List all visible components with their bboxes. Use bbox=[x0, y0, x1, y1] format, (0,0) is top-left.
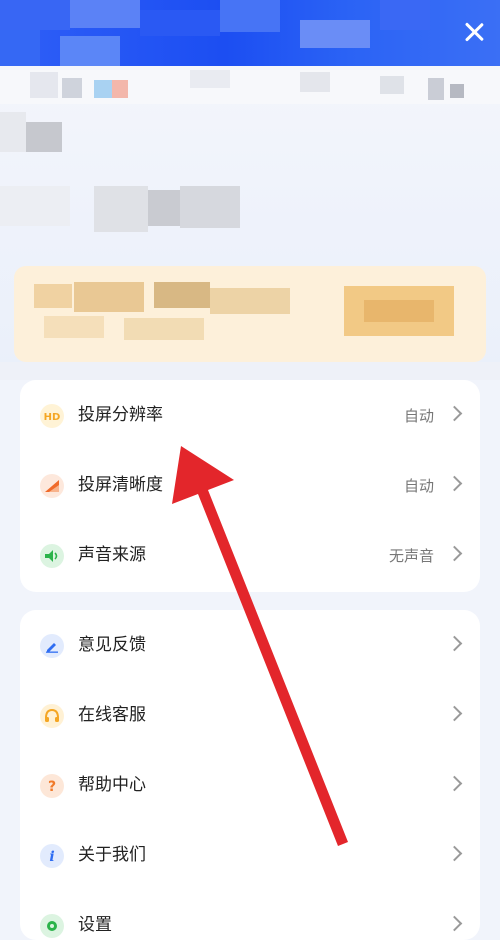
menu-row-settings[interactable]: 设置 bbox=[20, 890, 480, 940]
svg-text:HD: HD bbox=[44, 412, 61, 423]
chevron-right-icon bbox=[446, 915, 463, 932]
question-icon: ? bbox=[40, 774, 64, 798]
chevron-right-icon bbox=[446, 545, 463, 562]
info-icon: i bbox=[40, 844, 64, 868]
menu-label: 意见反馈 bbox=[78, 635, 146, 655]
chevron-right-icon bbox=[446, 775, 463, 792]
chevron-right-icon bbox=[446, 475, 463, 492]
close-button[interactable] bbox=[460, 18, 488, 46]
vip-banner-blurred bbox=[14, 266, 486, 362]
menu-label: 在线客服 bbox=[78, 705, 146, 725]
setting-row-audio-source[interactable]: 声音来源 无声音 bbox=[20, 520, 480, 590]
setting-value: 自动 bbox=[403, 407, 434, 425]
svg-text:i: i bbox=[49, 849, 54, 864]
menu-label: 帮助中心 bbox=[78, 775, 146, 795]
pencil-icon bbox=[40, 634, 64, 658]
setting-row-resolution[interactable]: HD 投屏分辨率 自动 bbox=[20, 380, 480, 450]
setting-value: 自动 bbox=[403, 477, 434, 495]
setting-label: 投屏清晰度 bbox=[78, 475, 163, 495]
chevron-right-icon bbox=[446, 705, 463, 722]
setting-label: 声音来源 bbox=[78, 545, 146, 565]
chevron-right-icon bbox=[446, 635, 463, 652]
profile-header-blurred bbox=[0, 0, 500, 380]
hd-icon: HD bbox=[40, 404, 64, 428]
speaker-icon bbox=[40, 544, 64, 568]
setting-label: 投屏分辨率 bbox=[78, 405, 163, 425]
projection-settings-card: HD 投屏分辨率 自动 投屏清晰度 自动 声音来源 无声音 bbox=[20, 380, 480, 592]
setting-value: 无声音 bbox=[388, 547, 434, 565]
support-card: 意见反馈 在线客服 ? 帮助中心 i 关于我们 设置 bbox=[20, 610, 480, 940]
menu-row-help-center[interactable]: ? 帮助中心 bbox=[20, 750, 480, 820]
menu-row-feedback[interactable]: 意见反馈 bbox=[20, 610, 480, 680]
menu-row-about-us[interactable]: i 关于我们 bbox=[20, 820, 480, 890]
menu-label: 关于我们 bbox=[78, 845, 146, 865]
top-blue-bar bbox=[0, 0, 500, 66]
chevron-right-icon bbox=[446, 405, 463, 422]
setting-row-clarity[interactable]: 投屏清晰度 自动 bbox=[20, 450, 480, 520]
clarity-icon bbox=[40, 474, 64, 498]
menu-label: 设置 bbox=[78, 915, 112, 935]
headset-icon bbox=[40, 704, 64, 728]
menu-row-online-service[interactable]: 在线客服 bbox=[20, 680, 480, 750]
chevron-right-icon bbox=[446, 845, 463, 862]
svg-text:?: ? bbox=[48, 779, 56, 794]
settings-icon bbox=[40, 914, 64, 938]
